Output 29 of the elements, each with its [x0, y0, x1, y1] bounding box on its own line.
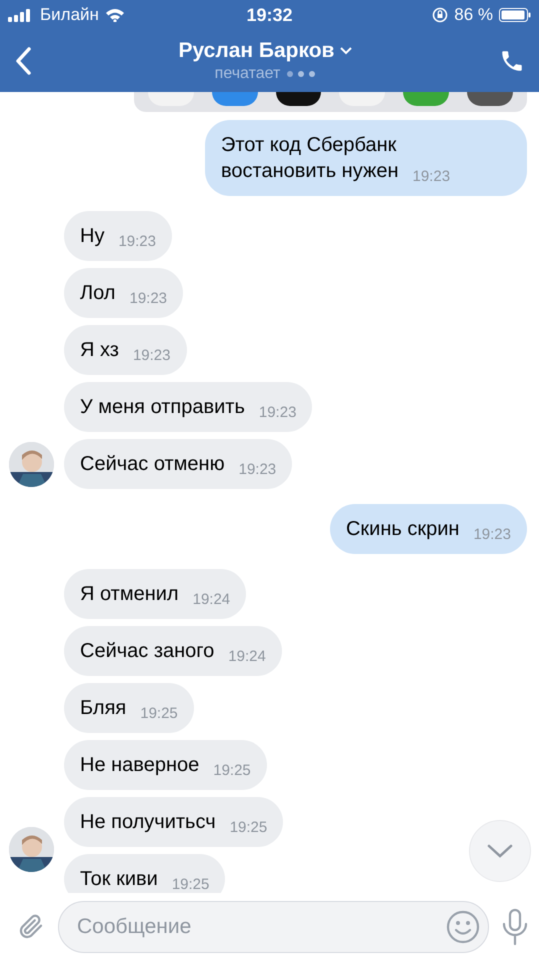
back-button[interactable] [14, 46, 32, 76]
battery-percent: 86 % [454, 5, 494, 25]
wifi-icon [104, 8, 125, 22]
sent-message: Этот код Сбербанк востановить нужен $_{19:23}$ [205, 120, 527, 196]
chevron-down-icon [487, 844, 513, 858]
typing-status: печатает [214, 65, 280, 83]
emoji-icon[interactable] [446, 910, 480, 944]
microphone-icon[interactable] [501, 908, 529, 946]
chevron-down-icon [340, 47, 352, 55]
received-message: Я хз $_{19:23}$ [64, 325, 186, 375]
received-message: Бляя $_{19:25}$ [64, 683, 194, 733]
contact-name[interactable]: Руслан Барков [178, 39, 334, 63]
battery-icon [499, 8, 532, 22]
received-message: Сейчас отменю $_{19:23}$ [64, 439, 292, 489]
received-message: У меня отправить $_{19:23}$ [64, 382, 312, 432]
app-icon[interactable] [276, 92, 322, 106]
clock: 19:32 [246, 4, 293, 26]
received-message: Лол $_{19:23}$ [64, 268, 184, 318]
rotation-lock-icon [432, 7, 448, 23]
received-message: Ну $_{19:23}$ [64, 211, 172, 261]
sent-message: Скинь скрин $_{19:23}$ [330, 504, 527, 554]
message-input[interactable]: Сообщение [58, 900, 489, 952]
received-message: Не наверное $_{19:25}$ [64, 740, 267, 790]
received-message: Ток киви $_{19:25}$ [64, 854, 226, 893]
received-message: Не получитьсч $_{19:25}$ [64, 797, 284, 847]
received-message: Я отменил $_{19:24}$ [64, 569, 246, 619]
received-message: Сейчас заного $_{19:24}$ [64, 626, 282, 676]
carrier-name: Билайн [40, 5, 99, 25]
typing-dots-icon [286, 70, 316, 78]
